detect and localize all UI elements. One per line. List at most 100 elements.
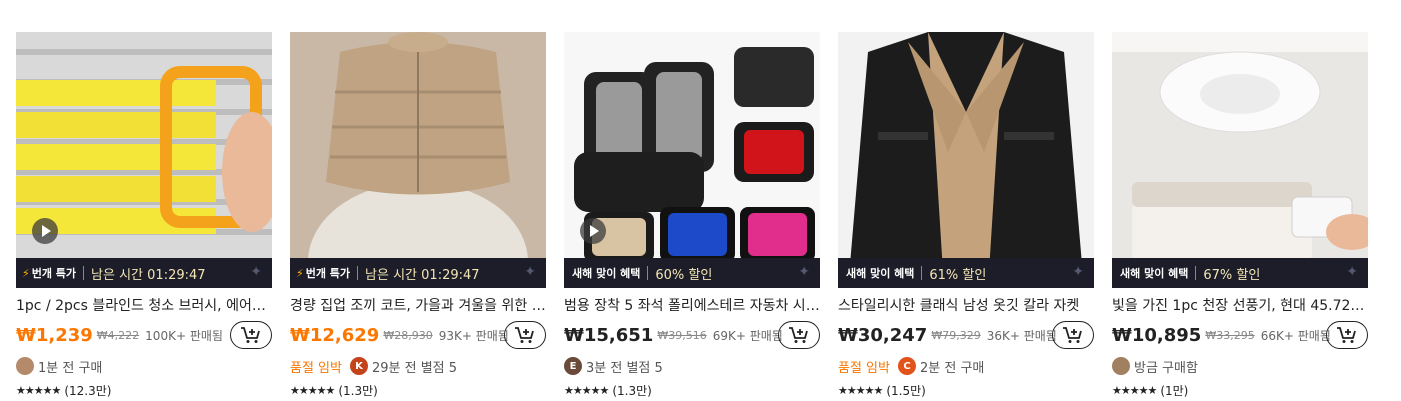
sold-count: 69K+ 판매됨 — [712, 328, 783, 343]
puffer-vest-image — [290, 32, 546, 288]
product-grid: ⚡ 번개 특가 남은 시간 01:29:47 ✦ 1pc / 2pcs 블라인드… — [0, 0, 1401, 401]
star-rating-icon: ★★★★★ — [16, 383, 61, 397]
product-image[interactable]: 새해 맞이 혜택 67% 할인 ✦ — [1112, 32, 1368, 288]
price: ₩10,895 — [1112, 324, 1202, 346]
banner-tag: 번개 특가 — [31, 267, 77, 280]
divider — [647, 266, 649, 280]
rating-row: ★★★★★ (1.5만) — [838, 381, 1094, 399]
rating-count: (1.5만) — [886, 383, 926, 398]
rating-row: ★★★★★ (1.3만) — [290, 381, 546, 399]
original-price: ₩79,329 — [931, 328, 981, 342]
price-row: ₩1,239 ₩4,222 100K+ 판매됨 — [16, 321, 272, 349]
deal-banner: 새해 맞이 혜택 60% 할인 ✦ — [564, 258, 820, 288]
avatar: E — [564, 357, 582, 375]
sold-count: 36K+ 판매됨 — [986, 328, 1057, 343]
original-price: ₩28,930 — [383, 328, 433, 342]
activity-row: 1분 전 구매 — [16, 355, 272, 377]
price: ₩1,239 — [16, 324, 93, 346]
car-seat-cover-image — [564, 32, 820, 288]
star-rating-icon: ★★★★★ — [564, 383, 609, 397]
ceiling-fan-image — [1112, 32, 1368, 288]
divider — [83, 266, 85, 280]
banner-tag: 새해 맞이 혜택 — [572, 267, 641, 280]
sherpa-jacket-image — [838, 32, 1094, 288]
banner-tag: 새해 맞이 혜택 — [1120, 267, 1189, 280]
price: ₩12,629 — [290, 324, 380, 346]
lightning-icon: ⚡ — [296, 266, 304, 280]
play-video-icon[interactable] — [580, 218, 606, 244]
product-title[interactable]: 스타일리시한 클래식 남성 옷깃 칼라 자켓 — [838, 296, 1094, 316]
avatar — [16, 357, 34, 375]
product-image[interactable]: 새해 맞이 혜택 60% 할인 ✦ — [564, 32, 820, 288]
sparkle-icon: ✦ — [1072, 264, 1084, 280]
product-card[interactable]: ⚡ 번개 특가 남은 시간 01:29:47 ✦ 경량 집업 조끼 코트, 가을… — [290, 32, 546, 399]
price-row: ₩12,629 ₩28,930 93K+ 판매됨 — [290, 321, 546, 349]
banner-tag: 번개 특가 — [305, 267, 351, 280]
product-image[interactable]: ⚡ 번개 특가 남은 시간 01:29:47 ✦ — [290, 32, 546, 288]
activity-text: 2분 전 구매 — [919, 360, 985, 376]
sparkle-icon: ✦ — [1346, 264, 1358, 280]
cart-plus-icon — [789, 327, 808, 343]
add-to-cart-button[interactable] — [230, 321, 272, 349]
deal-banner: ⚡ 번개 특가 남은 시간 01:29:47 ✦ — [16, 258, 272, 288]
rating-row: ★★★★★ (12.3만) — [16, 381, 272, 399]
price-row: ₩10,895 ₩33,295 66K+ 판매됨 — [1112, 321, 1368, 349]
product-title[interactable]: 범용 장착 5 좌석 폴리에스테르 자동차 시트 커버 세트 — [564, 296, 820, 316]
urgency-label: 품절 임박 — [290, 360, 342, 376]
product-title[interactable]: 경량 집업 조끼 코트, 가을과 겨울을 위한 크롭 패딩 조끼 — [290, 296, 546, 316]
cart-plus-icon — [1337, 327, 1356, 343]
discount-text: 67% 할인 — [1203, 267, 1261, 283]
activity-text: 29분 전 별점 5 — [371, 360, 458, 376]
cart-plus-icon — [241, 327, 260, 343]
product-title[interactable]: 빛을 가진 1pc 천장 선풍기, 현대 45.72cm — [1112, 296, 1368, 316]
rating-count: (1만) — [1160, 383, 1189, 398]
add-to-cart-button[interactable] — [504, 321, 546, 349]
deal-banner: ⚡ 번개 특가 남은 시간 01:29:47 ✦ — [290, 258, 546, 288]
deal-banner: 새해 맞이 혜택 61% 할인 ✦ — [838, 258, 1094, 288]
product-card[interactable]: 새해 맞이 혜택 61% 할인 ✦ 스타일리시한 클래식 남성 옷깃 칼라 자켓… — [838, 32, 1094, 399]
divider — [1195, 266, 1197, 280]
star-rating-icon: ★★★★★ — [838, 383, 883, 397]
sold-count: 66K+ 판매됨 — [1260, 328, 1331, 343]
product-image[interactable]: ⚡ 번개 특가 남은 시간 01:29:47 ✦ — [16, 32, 272, 288]
cart-plus-icon — [1063, 327, 1082, 343]
activity-row: 품절 임박 C 2분 전 구매 — [838, 355, 1094, 377]
price-row: ₩30,247 ₩79,329 36K+ 판매됨 — [838, 321, 1094, 349]
deal-banner: 새해 맞이 혜택 67% 할인 ✦ — [1112, 258, 1368, 288]
discount-text: 60% 할인 — [655, 267, 713, 283]
blind-brush-image — [16, 32, 272, 288]
product-card[interactable]: ⚡ 번개 특가 남은 시간 01:29:47 ✦ 1pc / 2pcs 블라인드… — [16, 32, 272, 399]
lightning-icon: ⚡ — [22, 266, 30, 280]
product-image[interactable]: 새해 맞이 혜택 61% 할인 ✦ — [838, 32, 1094, 288]
original-price: ₩39,516 — [657, 328, 707, 342]
divider — [357, 266, 359, 280]
price: ₩30,247 — [838, 324, 928, 346]
star-rating-icon: ★★★★★ — [1112, 383, 1157, 397]
sold-count: 100K+ 판매됨 — [145, 328, 223, 343]
activity-text: 1분 전 구매 — [38, 360, 103, 376]
banner-tag: 새해 맞이 혜택 — [846, 267, 915, 280]
avatar: K — [349, 357, 368, 375]
rating-count: (1.3만) — [338, 383, 378, 398]
play-video-icon[interactable] — [32, 218, 58, 244]
price-row: ₩15,651 ₩39,516 69K+ 판매됨 — [564, 321, 820, 349]
sold-count: 93K+ 판매됨 — [438, 328, 509, 343]
activity-row: E 3분 전 별점 5 — [564, 355, 820, 377]
rating-row: ★★★★★ (1.3만) — [564, 381, 820, 399]
divider — [921, 266, 923, 280]
discount-text: 61% 할인 — [929, 267, 987, 283]
urgency-label: 품절 임박 — [838, 360, 890, 376]
product-card[interactable]: 새해 맞이 혜택 67% 할인 ✦ 빛을 가진 1pc 천장 선풍기, 현대 4… — [1112, 32, 1368, 399]
sparkle-icon: ✦ — [250, 264, 262, 280]
countdown-text: 남은 시간 01:29:47 — [365, 267, 480, 283]
original-price: ₩4,222 — [96, 328, 140, 342]
add-to-cart-button[interactable] — [778, 321, 820, 349]
activity-row: 품절 임박 K 29분 전 별점 5 — [290, 355, 546, 377]
product-card[interactable]: 새해 맞이 혜택 60% 할인 ✦ 범용 장착 5 좌석 폴리에스테르 자동차 … — [564, 32, 820, 399]
add-to-cart-button[interactable] — [1052, 321, 1094, 349]
rating-count: (12.3만) — [64, 383, 112, 398]
add-to-cart-button[interactable] — [1326, 321, 1368, 349]
product-title[interactable]: 1pc / 2pcs 블라인드 청소 브러시, 에어컨 청소 브러시 — [16, 296, 272, 316]
star-rating-icon: ★★★★★ — [290, 383, 335, 397]
sparkle-icon: ✦ — [798, 264, 810, 280]
